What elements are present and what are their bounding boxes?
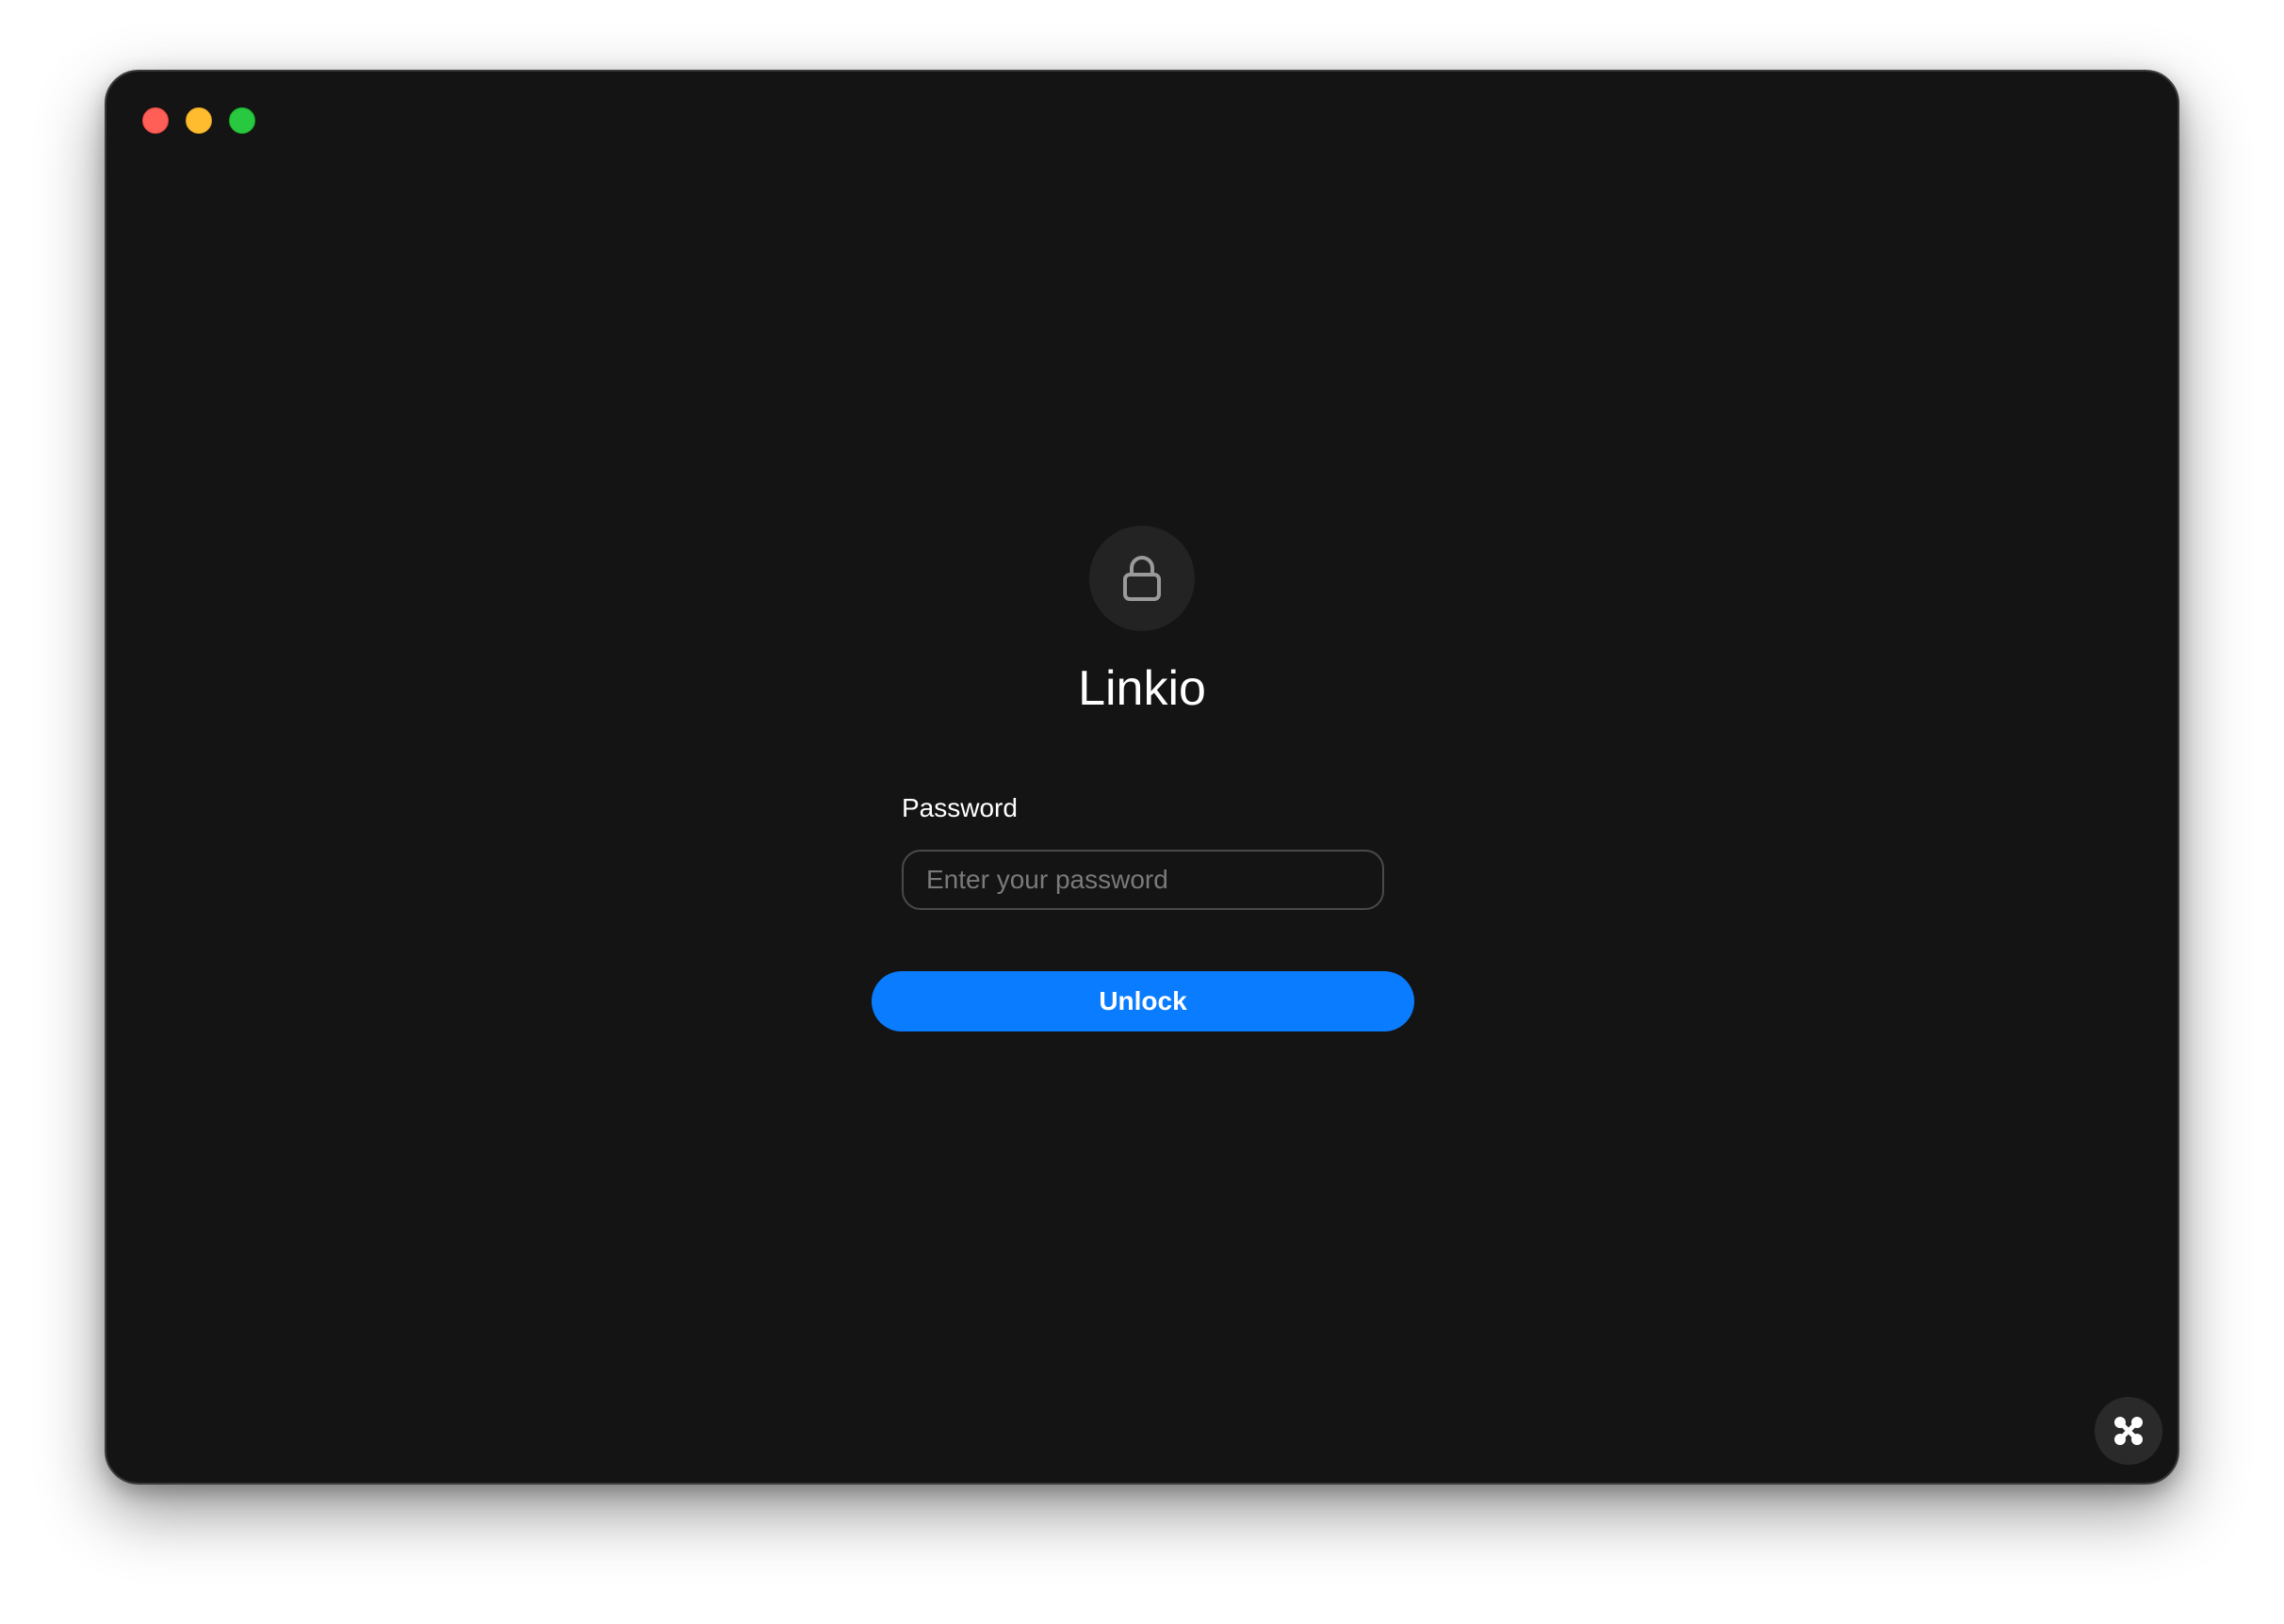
minimize-window-button[interactable] xyxy=(186,107,212,134)
lock-badge xyxy=(1089,526,1195,631)
app-window: Linkio Password Unlock xyxy=(105,70,2179,1485)
maximize-window-button[interactable] xyxy=(229,107,255,134)
window-controls xyxy=(142,107,255,134)
unlock-button[interactable]: Unlock xyxy=(872,971,1414,1031)
command-icon xyxy=(2114,1417,2143,1445)
close-window-button[interactable] xyxy=(142,107,169,134)
password-label: Password xyxy=(902,793,1018,822)
app-title: Linkio xyxy=(1078,661,1206,716)
command-button[interactable] xyxy=(2095,1397,2162,1465)
lock-icon xyxy=(1123,556,1161,601)
password-input[interactable] xyxy=(902,850,1384,910)
